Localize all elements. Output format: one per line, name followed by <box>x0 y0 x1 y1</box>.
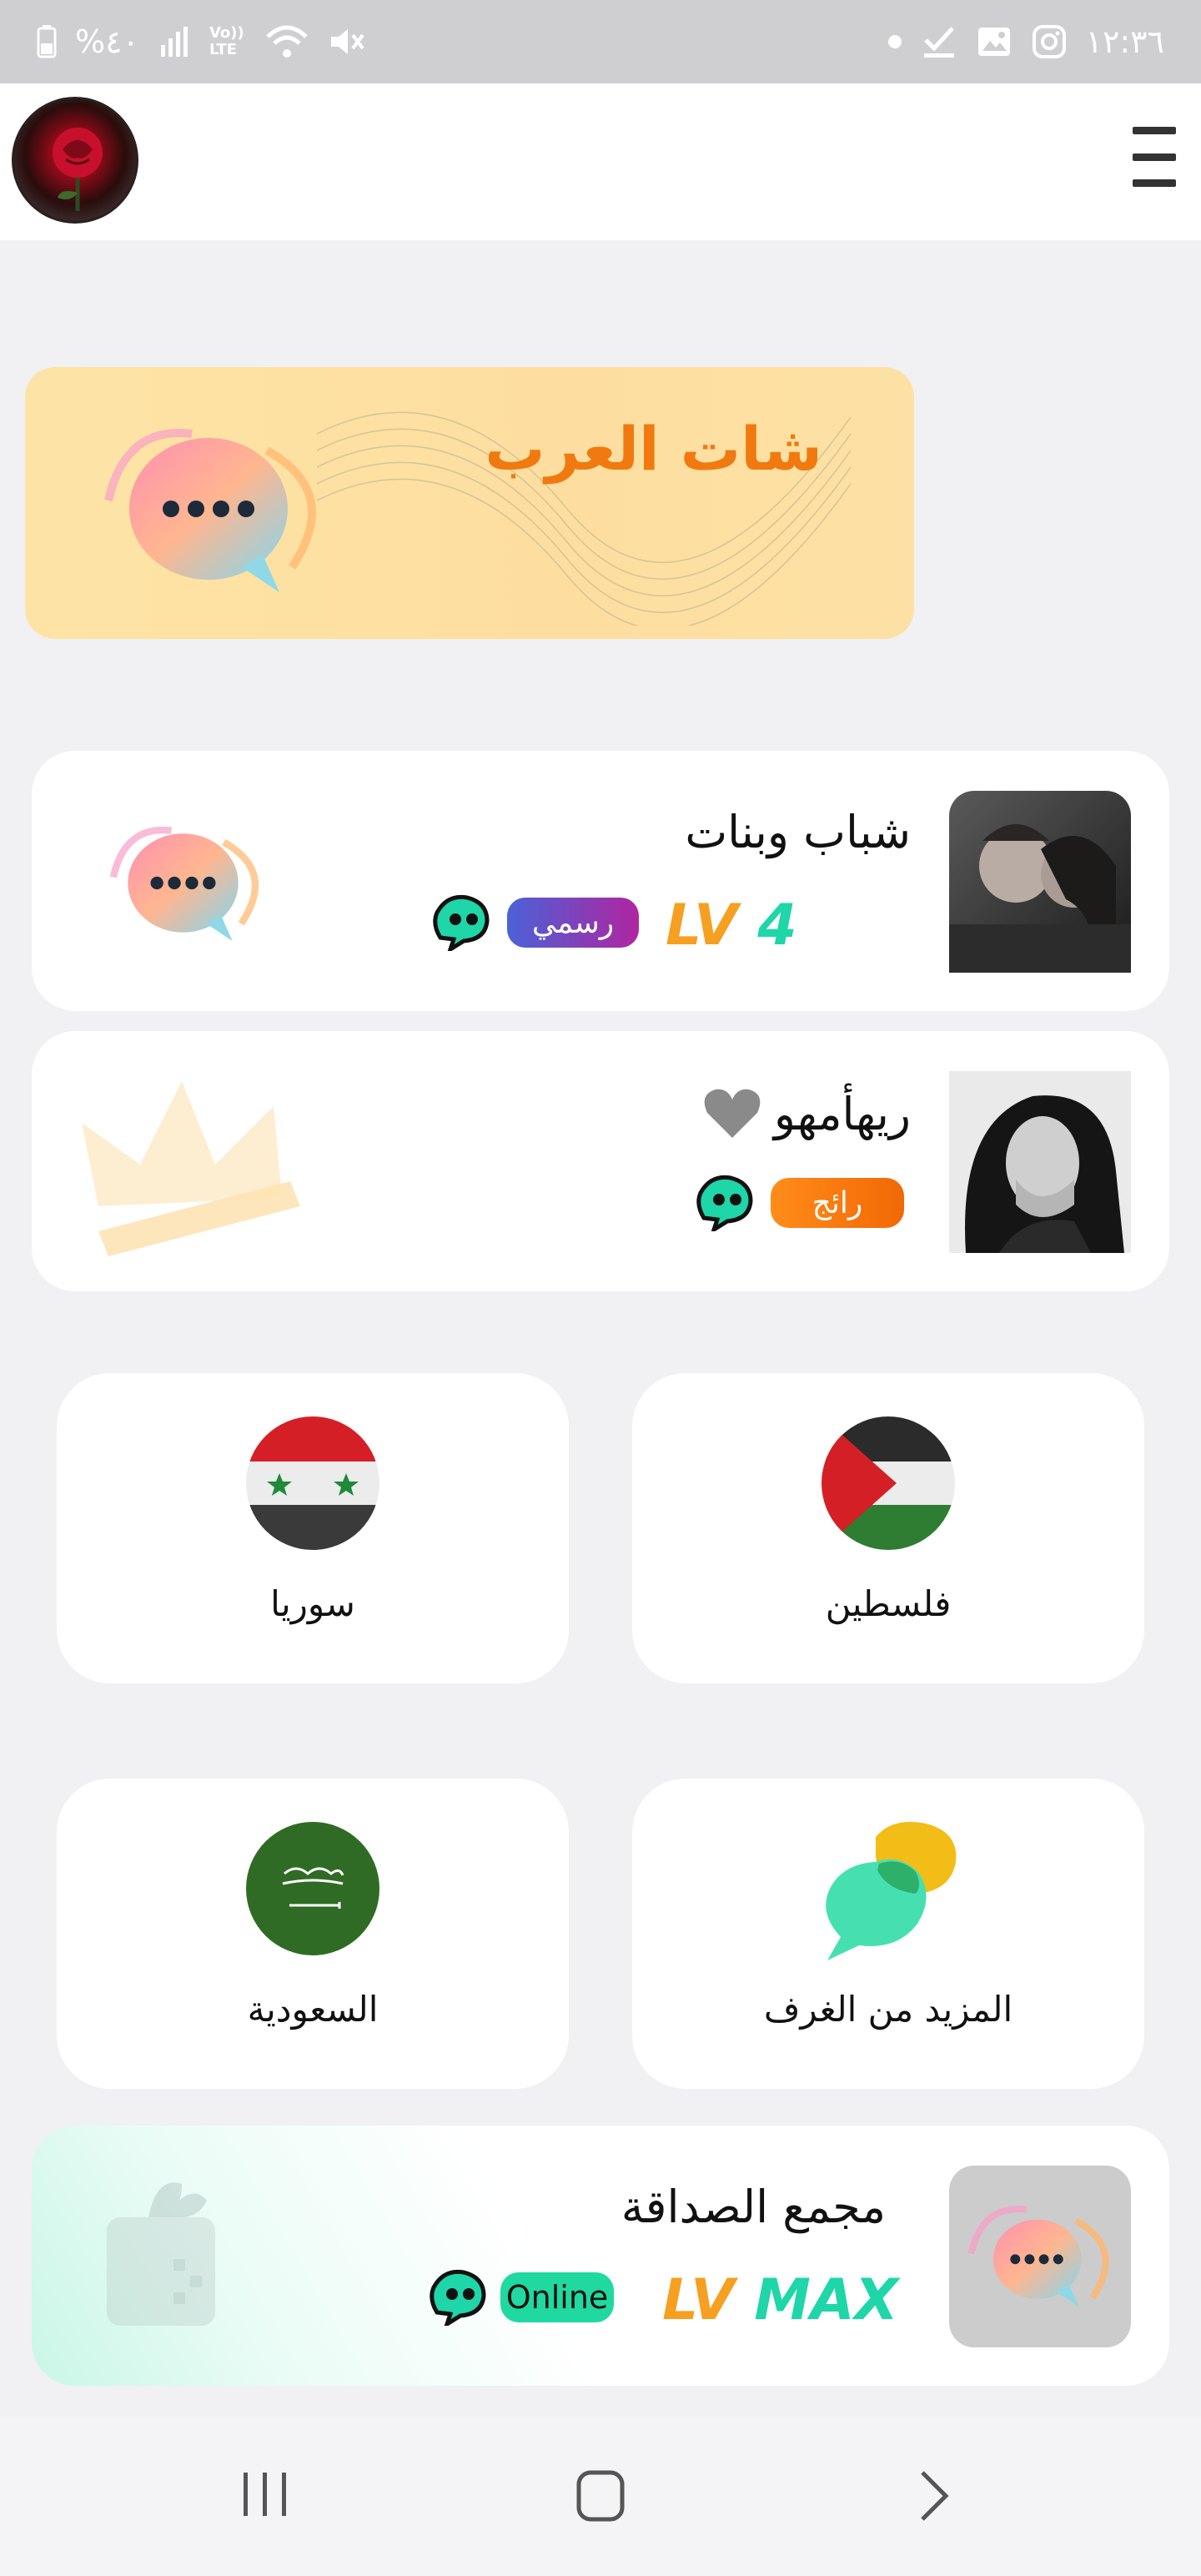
room-title-row: ريهأمهو <box>702 1086 911 1141</box>
room-title: مجمع الصداقة <box>621 2181 886 2233</box>
saudi-flag-icon <box>246 1822 379 1955</box>
status-left: %٤٠ Vo)) LTE <box>37 22 364 62</box>
level-prefix: LV <box>662 2267 735 2333</box>
level-prefix: LV <box>666 893 738 958</box>
banner-title: شات العرب <box>485 414 822 484</box>
country-card-syria[interactable]: سوريا <box>57 1373 569 1683</box>
chat-icon <box>696 1175 753 1231</box>
more-rooms-card[interactable]: المزيد من الغرف <box>632 1779 1144 2089</box>
room-card-2[interactable]: ريهأمهو رائج <box>32 1031 1169 1291</box>
battery-text: %٤٠ <box>75 23 139 60</box>
dot-icon <box>887 22 902 62</box>
back-icon[interactable] <box>917 2469 951 2523</box>
room-photo <box>949 1071 1131 1253</box>
country-card-saudi[interactable]: السعودية <box>57 1779 569 2089</box>
menu-bar-top <box>1133 127 1176 134</box>
mute-icon <box>328 22 364 62</box>
official-badge: رسمي <box>507 898 639 948</box>
top-app-bar <box>0 83 1201 240</box>
gift-icon <box>107 2182 215 2326</box>
status-bar: %٤٠ Vo)) LTE ١٢:٣٦ <box>0 0 1201 83</box>
room-photo <box>949 2166 1131 2347</box>
system-nav-bar <box>0 2418 1201 2576</box>
network-text: Vo)) LTE <box>209 24 244 58</box>
girl-photo <box>949 1071 1131 1253</box>
chat-bubble-decor-icon <box>109 826 259 942</box>
online-badge: Online <box>500 2272 614 2322</box>
menu-button[interactable] <box>1133 127 1176 187</box>
couple-photo <box>949 824 1131 973</box>
more-rooms-icon <box>826 1822 957 1960</box>
room-title: شباب وبنات <box>685 806 911 858</box>
promo-banner[interactable]: شات العرب <box>25 367 914 639</box>
room-card-3[interactable]: مجمع الصداقة LV MAX Online <box>32 2126 1169 2386</box>
clock-time: ١٢:٣٦ <box>1085 23 1164 60</box>
recent-apps-icon[interactable] <box>240 2469 290 2519</box>
signal-icon <box>158 22 191 62</box>
room-card-1[interactable]: شباب وبنات LV 4 رسمي <box>32 751 1169 1011</box>
country-name: سوريا <box>270 1583 355 1624</box>
chat-bubble-logo-icon <box>104 429 316 592</box>
battery-icon <box>37 22 57 62</box>
level-value: 4 <box>757 893 797 958</box>
home-icon[interactable] <box>575 2469 626 2523</box>
more-rooms-label: المزيد من الغرف <box>763 1989 1013 2030</box>
trending-badge: رائج <box>771 1178 904 1228</box>
menu-bar-bottom <box>1133 179 1176 187</box>
room-photo <box>949 791 1131 973</box>
chat-icon <box>430 2269 486 2326</box>
crown-icon <box>82 1081 300 1256</box>
palestine-flag-icon <box>822 1416 955 1550</box>
wifi-icon <box>264 22 309 62</box>
room-title: ريهأمهو <box>773 1087 911 1140</box>
red-rose-icon <box>53 128 103 211</box>
chat-bubble-logo-icon <box>967 2206 1109 2307</box>
country-name: فلسطين <box>825 1583 952 1624</box>
instagram-icon <box>1031 22 1068 62</box>
syria-flag-icon <box>246 1416 379 1550</box>
check-icon <box>921 22 957 62</box>
gallery-icon <box>976 22 1013 62</box>
profile-avatar[interactable] <box>12 97 138 224</box>
level-value: MAX <box>754 2267 899 2333</box>
status-right: ١٢:٣٦ <box>887 22 1164 62</box>
menu-bar-middle <box>1133 153 1176 161</box>
level-label: LV MAX <box>662 2267 898 2333</box>
country-name: السعودية <box>247 1989 379 2030</box>
chat-icon <box>433 894 490 951</box>
country-card-palestine[interactable]: فلسطين <box>632 1373 1144 1683</box>
grey-heart-icon <box>704 1089 761 1138</box>
level-label: LV 4 <box>666 893 797 958</box>
